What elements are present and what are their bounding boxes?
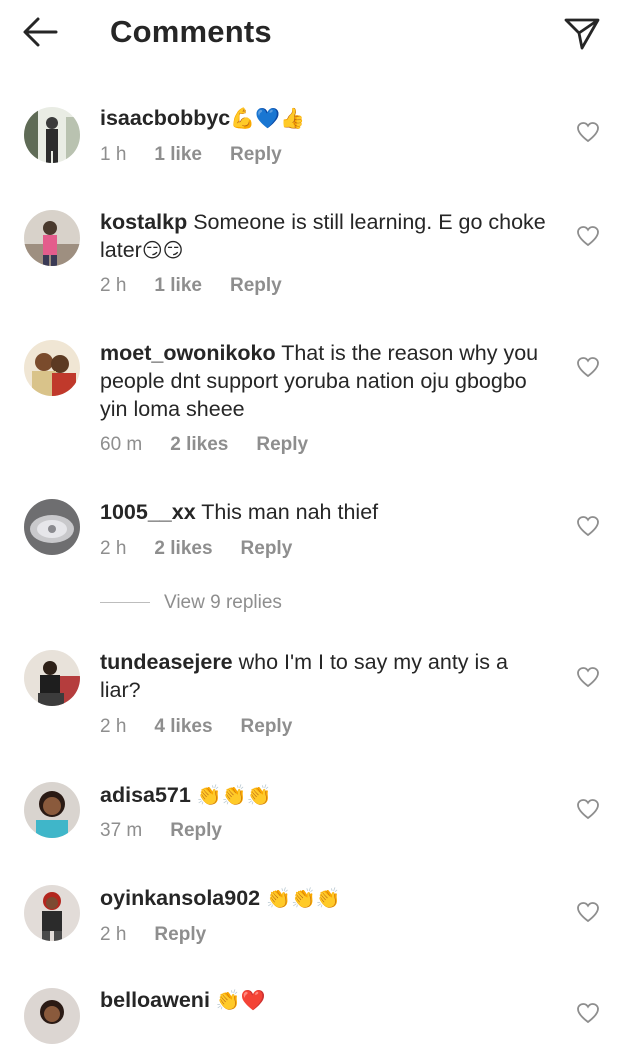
comment-likes[interactable]: 1 like [154,275,202,296]
reply-button[interactable]: Reply [241,716,293,737]
like-button[interactable] [576,515,600,537]
comment-time: 37 m [100,820,143,841]
like-button[interactable] [576,1002,600,1024]
reply-button[interactable]: Reply [256,434,308,455]
heart-icon [577,122,599,143]
comment-username[interactable]: moet_owonikoko [100,341,276,365]
comment-meta: 2 h 2 likes Reply [100,538,320,560]
emoji: 💪💙👍 [230,106,305,130]
avatar[interactable] [24,340,80,396]
comment-time: 60 m [100,434,143,455]
heart-icon [577,516,599,537]
like-button[interactable] [576,225,600,247]
comment-text: 1005__xx This man nah thief [100,498,550,526]
heart-icon [577,667,599,688]
heart-icon [577,357,599,378]
avatar[interactable] [24,988,80,1044]
share-button[interactable] [560,12,604,52]
comment-username[interactable]: adisa571 [100,783,191,807]
header-bar: Comments [0,0,628,66]
comment-meta: 37 m Reply [100,820,250,842]
back-button[interactable] [20,14,60,50]
comment-username[interactable]: kostalkp [100,210,187,234]
comment-meta: 2 h Reply [100,924,234,946]
reply-button[interactable]: Reply [154,924,206,945]
reply-button[interactable]: Reply [230,144,282,165]
comment-username[interactable]: isaacbobbyc [100,106,230,130]
avatar[interactable] [24,499,80,555]
comment-username[interactable]: belloaweni [100,988,210,1012]
comment-username[interactable]: tundeasejere [100,650,233,674]
comment-username[interactable]: 1005__xx [100,500,196,524]
heart-icon [577,902,599,923]
emoji: 😏😏 [141,238,184,262]
comment-body: This man nah thief [195,500,379,524]
emoji: 👏👏👏 [266,886,341,910]
comment-time: 2 h [100,538,127,559]
comment-meta: 60 m 2 likes Reply [100,434,336,456]
like-button[interactable] [576,121,600,143]
like-button[interactable] [576,666,600,688]
comment-time: 2 h [100,275,127,296]
page-title: Comments [110,14,272,49]
comment-text: tundeasejere who I'm I to say my anty is… [100,648,550,704]
avatar[interactable] [24,210,80,266]
like-button[interactable] [576,901,600,923]
avatar[interactable] [24,107,80,163]
comment-username[interactable]: oyinkansola902 [100,886,260,910]
comment-meta: 2 h 4 likes Reply [100,716,320,738]
comment-likes[interactable]: 2 likes [154,538,212,559]
comment-text: moet_owonikoko That is the reason why yo… [100,339,550,423]
comment-text: belloaweni 👏❤️ [100,986,550,1014]
comment-likes[interactable]: 1 like [154,144,202,165]
view-replies-button[interactable]: View 9 replies [100,592,282,616]
heart-icon [577,226,599,247]
heart-icon [577,799,599,820]
comment-likes[interactable]: 4 likes [154,716,212,737]
reply-button[interactable]: Reply [170,820,222,841]
avatar[interactable] [24,782,80,838]
comment-meta: 1 h 1 like Reply [100,144,310,166]
comment-meta: 2 h 1 like Reply [100,275,310,297]
divider-line [100,602,150,604]
emoji: 👏❤️ [215,988,266,1012]
paper-plane-icon [564,18,600,50]
comment-text: oyinkansola902 👏👏👏 [100,884,550,912]
comment-text: kostalkp Someone is still learning. E go… [100,208,550,264]
like-button[interactable] [576,356,600,378]
comment-text: adisa571 👏👏👏 [100,781,550,809]
emoji: 👏👏👏 [196,783,272,807]
arrow-left-icon [23,17,58,47]
comment-text: isaacbobbyc💪💙👍 [100,104,550,132]
like-button[interactable] [576,798,600,820]
comment-time: 2 h [100,716,127,737]
avatar[interactable] [24,885,80,941]
heart-icon [577,1003,599,1024]
reply-button[interactable]: Reply [241,538,293,559]
comment-time: 1 h [100,144,127,165]
reply-button[interactable]: Reply [230,275,282,296]
comment-time: 2 h [100,924,127,945]
view-replies-label: View 9 replies [164,592,282,613]
comment-likes[interactable]: 2 likes [170,434,228,455]
avatar[interactable] [24,650,80,706]
